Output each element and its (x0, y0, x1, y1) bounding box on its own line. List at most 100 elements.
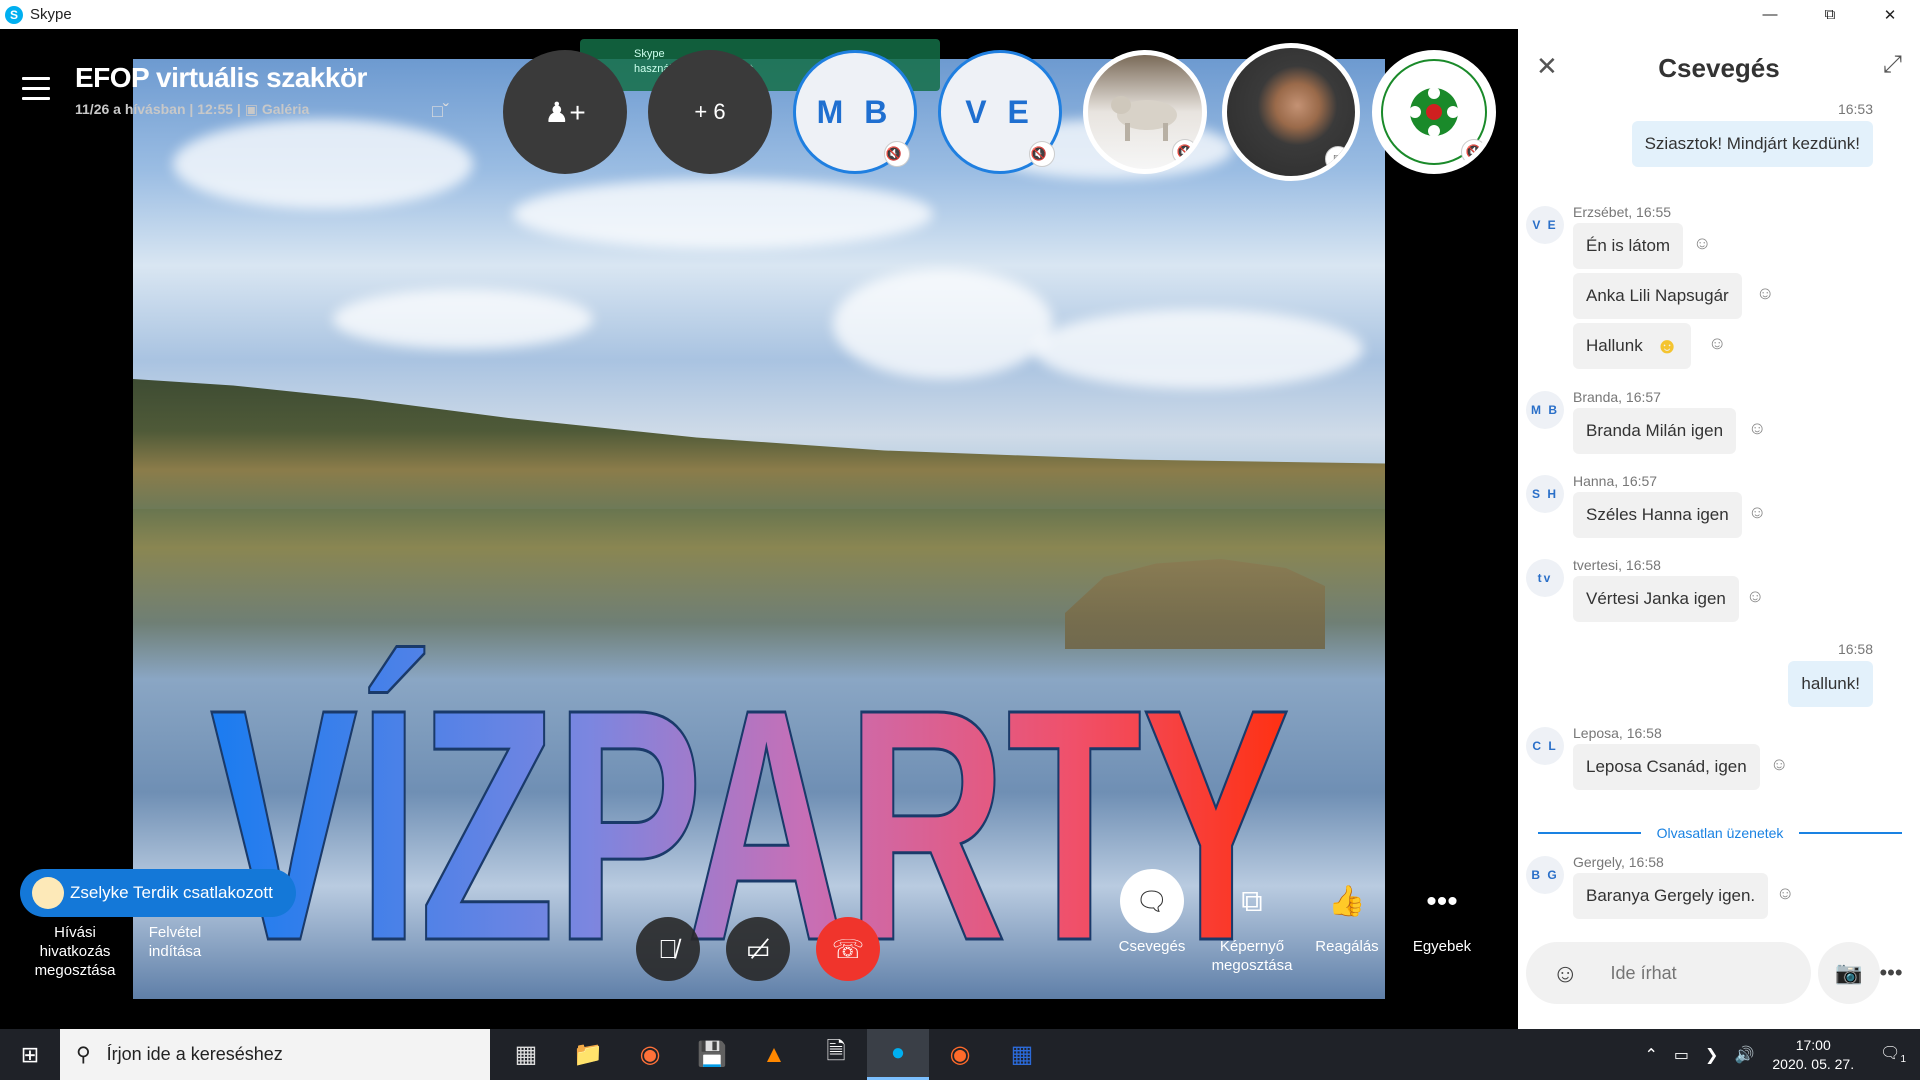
muted-mic-icon: 🔇 (1461, 139, 1487, 165)
close-window-button[interactable]: ✕ (1860, 0, 1920, 29)
hang-up-icon: ☏ (831, 933, 865, 964)
participant-video-speaker[interactable]: ⧉ (1222, 43, 1360, 181)
call-title: EFOP virtuális szakkör (75, 62, 367, 93)
participant-avatar-wolf[interactable]: 🔇 (1083, 50, 1207, 174)
more-dots-icon: ••• (1426, 884, 1458, 918)
composer-more-button[interactable]: ••• (1860, 942, 1920, 1004)
skype-taskbar-icon[interactable]: ● (867, 1029, 929, 1080)
expand-chat-icon[interactable]: ⤢ (1883, 51, 1902, 79)
add-reaction-icon[interactable]: ☺ (1748, 502, 1766, 523)
gallery-icon: ▣ (244, 101, 258, 117)
sender-avatar[interactable]: B G (1526, 856, 1564, 894)
more-participants-button[interactable]: + 6 (648, 50, 772, 174)
participant-avatar-mb[interactable]: M B 🔇 (793, 50, 917, 174)
minimize-button[interactable]: — (1740, 0, 1800, 29)
call-area: VÍZPARTY EFOP virtuális szakkör 11/26 a … (0, 29, 1518, 1029)
windows-taskbar: ⊞ ⚲ Írjon ide a kereséshez ▦ 📁 ◉ 💾 ▲ 🗎 ●… (0, 1029, 1920, 1080)
battery-icon[interactable]: ▭ (1674, 1045, 1689, 1065)
add-reaction-icon[interactable]: ☺ (1748, 418, 1766, 439)
message-bubble: hallunk! (1788, 661, 1873, 707)
notification-center-icon[interactable]: 🗨1 (1880, 1043, 1906, 1065)
task-view-icon[interactable]: ▦ (495, 1029, 557, 1080)
thumbs-up-icon: 👍 (1328, 884, 1366, 918)
maximize-button[interactable]: ⧉ (1800, 0, 1860, 29)
microphone-toggle-button[interactable]: 🎙̸ (636, 917, 700, 981)
participant-avatar-small (32, 877, 64, 909)
add-reaction-icon[interactable]: ☺ (1693, 233, 1711, 254)
media-player-icon[interactable]: ◉ (929, 1029, 991, 1080)
message-bubble: Baranya Gergely igen. (1573, 873, 1769, 919)
gallery-icon: 📷 (1835, 960, 1863, 985)
sender-avatar[interactable]: C L (1526, 727, 1564, 765)
taskbar-search-box[interactable]: ⚲ Írjon ide a kereséshez (60, 1029, 490, 1080)
hamburger-menu-icon[interactable] (22, 77, 50, 107)
chat-panel: ✕ Csevegés ⤢ 16:53 Sziasztok! Mindjárt k… (1518, 29, 1920, 1029)
add-reaction-icon[interactable]: ☺ (1708, 333, 1726, 354)
save-disk-icon[interactable]: 💾 (681, 1029, 743, 1080)
chat-bubble-icon: 🗨 (1120, 869, 1184, 933)
file-explorer-icon[interactable]: 📁 (557, 1029, 619, 1080)
windows-start-icon[interactable]: ⊞ (0, 1029, 60, 1080)
more-options-button[interactable]: ••• Egyebek (1392, 871, 1492, 956)
layout-toggle-icon[interactable]: □ˇ (432, 101, 466, 123)
add-reaction-icon[interactable]: ☺ (1770, 754, 1788, 775)
camera-toggle-button[interactable]: ▭̸ (726, 917, 790, 981)
camera-off-icon: ▭̸ (745, 933, 771, 964)
message-bubble: Széles Hanna igen (1573, 492, 1742, 538)
participant-avatar-ve[interactable]: V E 🔇 (938, 50, 1062, 174)
sender-avatar[interactable]: S H (1526, 475, 1564, 513)
skype-logo-icon: S (5, 5, 23, 24)
unread-divider: Olvasatlan üzenetek (1538, 823, 1903, 843)
sender-avatar[interactable]: M B (1526, 391, 1564, 429)
wifi-icon[interactable]: ❯ (1705, 1045, 1718, 1065)
add-reaction-icon[interactable]: ☺ (1776, 883, 1794, 904)
show-hidden-icons-icon[interactable]: ⌃ (1645, 1045, 1658, 1065)
smiley-emoji-icon: ☻ (1655, 333, 1679, 358)
search-icon: ⚲ (76, 1044, 91, 1066)
add-reaction-icon[interactable]: ☺ (1756, 283, 1774, 304)
volume-icon[interactable]: 🔊 (1734, 1045, 1754, 1065)
window-title: Skype (30, 6, 72, 23)
taskbar-clock[interactable]: 17:00 2020. 05. 27. (1772, 1036, 1854, 1074)
message-bubble: Leposa Csanád, igen (1573, 744, 1760, 790)
message-bubble: Én is látom (1573, 223, 1684, 269)
popout-video-icon[interactable]: ⧉ (1325, 146, 1351, 172)
system-tray: ⌃ ▭ ❯ 🔊 17:00 2020. 05. 27. 🗨1 (1637, 1029, 1920, 1080)
message-bubble: Branda Milán igen (1573, 408, 1737, 454)
screen-share-button[interactable]: ⧉ Képernyő megosztása (1202, 871, 1302, 975)
emoji-picker-icon[interactable]: ☺ (1552, 958, 1579, 989)
call-subtitle: 11/26 a hívásban | 12:55 | ▣ Galéria (75, 101, 310, 117)
message-bubble: Hallunk ☻ (1573, 323, 1691, 369)
sender-avatar[interactable]: V E (1526, 206, 1564, 244)
message-input[interactable] (1610, 962, 1771, 984)
react-button[interactable]: 👍 Reagálás (1297, 871, 1397, 956)
muted-mic-icon: 🔇 (1172, 139, 1198, 165)
word-icon[interactable]: ▦ (991, 1029, 1053, 1080)
chat-title: Csevegés (1658, 53, 1780, 83)
message-composer[interactable]: ☺ (1526, 942, 1811, 1004)
muted-mic-icon: 🔇 (1029, 141, 1055, 167)
end-call-button[interactable]: ☏ (816, 917, 880, 981)
message-bubble: Vértesi Janka igen (1573, 576, 1739, 622)
muted-mic-icon: 🔇 (884, 141, 910, 167)
wolf-photo (1111, 96, 1177, 141)
more-dots-icon: ••• (1879, 960, 1903, 985)
participant-avatar-org-logo[interactable]: 🔇 (1372, 50, 1496, 174)
participant-joined-toast: Zselyke Terdik csatlakozott (20, 869, 296, 917)
message-bubble: Sziasztok! Mindjárt kezdünk! (1631, 121, 1873, 167)
mic-muted-icon: 🎙̸ (658, 933, 678, 964)
message-list[interactable]: 16:53 Sziasztok! Mindjárt kezdünk! V E E… (1518, 101, 1920, 961)
window-titlebar: S Skype — ⧉ ✕ (0, 0, 1920, 29)
add-participant-button[interactable]: ♟+ (503, 50, 627, 174)
screen-share-icon: ⧉ (1241, 884, 1263, 918)
document-icon[interactable]: 🗎 (805, 1029, 867, 1080)
vlc-icon[interactable]: ▲ (743, 1029, 805, 1080)
view-mode-label[interactable]: Galéria (262, 101, 309, 117)
add-person-icon: ♟+ (544, 96, 586, 128)
tree-line (133, 379, 1385, 509)
firefox-icon[interactable]: ◉ (619, 1029, 681, 1080)
message-bubble: Anka Lili Napsugár (1573, 273, 1742, 319)
sender-avatar[interactable]: tv (1526, 559, 1564, 597)
add-reaction-icon[interactable]: ☺ (1746, 586, 1764, 607)
chat-button[interactable]: 🗨 Csevegés (1102, 869, 1202, 956)
